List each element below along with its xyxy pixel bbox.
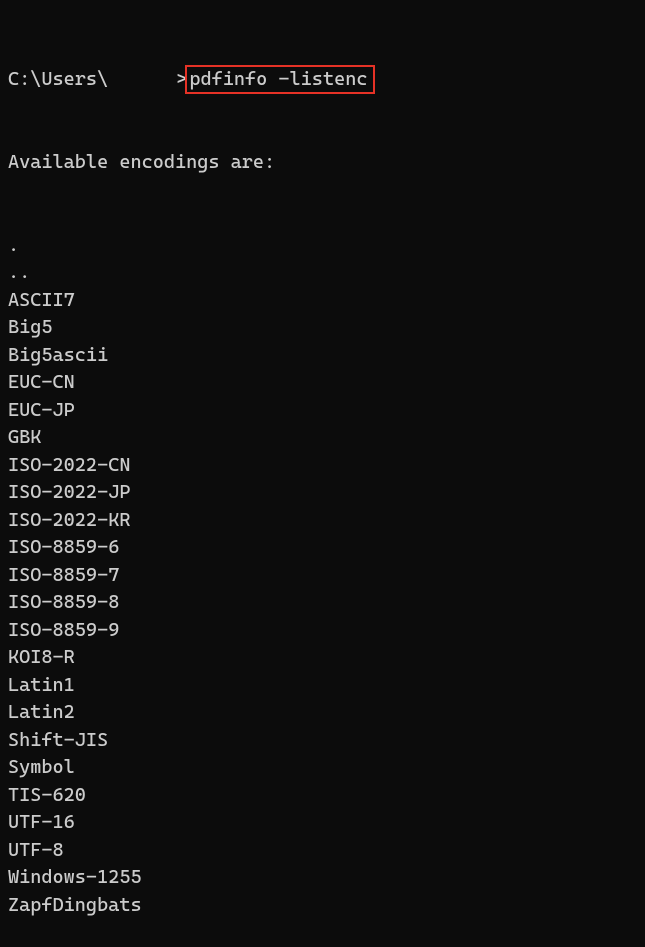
highlighted-command: pdfinfo -listenc [185,65,375,94]
encoding-item: Symbol [8,754,637,782]
encoding-item: KOI8-R [8,644,637,672]
prompt-path-prefix: C:\Users\ [8,66,108,94]
encoding-list: ...ASCII7Big5Big5asciiEUC-CNEUC-JPGBKISO… [8,232,637,920]
encoding-item: .. [8,259,637,287]
output-header: Available encodings are: [8,149,637,177]
encoding-item: Latin1 [8,672,637,700]
encoding-item: UTF-16 [8,809,637,837]
encoding-item: . [8,232,637,260]
encoding-item: Windows-1255 [8,864,637,892]
encoding-item: EUC-CN [8,369,637,397]
encoding-item: GBK [8,424,637,452]
encoding-item: Big5ascii [8,342,637,370]
encoding-item: ISO-2022-KR [8,507,637,535]
encoding-item: Big5 [8,314,637,342]
encoding-item: ISO-2022-CN [8,452,637,480]
encoding-item: ZapfDingbats [8,892,637,920]
encoding-item: ASCII7 [8,287,637,315]
encoding-item: ISO-8859-8 [8,589,637,617]
encoding-item: ISO-2022-JP [8,479,637,507]
command-text: pdfinfo -listenc [189,68,367,90]
encoding-item: UTF-8 [8,837,637,865]
redacted-username [108,70,176,90]
encoding-item: TIS-620 [8,782,637,810]
encoding-item: ISO-8859-6 [8,534,637,562]
encoding-item: ISO-8859-9 [8,617,637,645]
encoding-item: Shift-JIS [8,727,637,755]
command-prompt-line: C:\Users\>pdfinfo -listenc [8,65,637,94]
encoding-item: EUC-JP [8,397,637,425]
terminal-output[interactable]: C:\Users\>pdfinfo -listenc Available enc… [8,10,637,947]
encoding-item: ISO-8859-7 [8,562,637,590]
encoding-item: Latin2 [8,699,637,727]
